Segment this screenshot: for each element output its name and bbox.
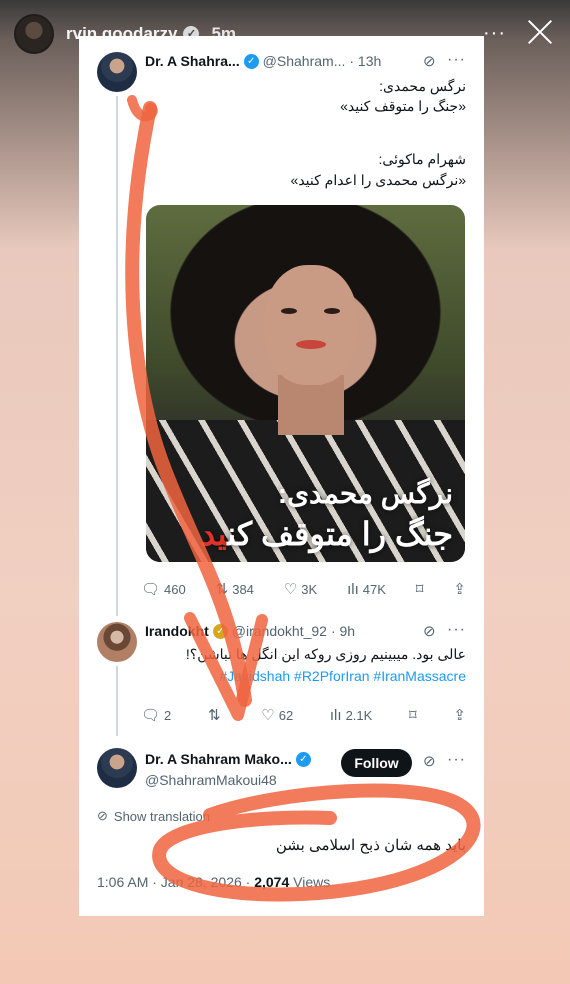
tweet-3[interactable]: Dr. A Shahram Mako... ✓ @ShahramMakoui48…	[79, 36, 484, 916]
timestamp[interactable]: 1:06 AM · Jan 28, 2026 · 2,074 Views	[97, 874, 330, 890]
views-count: 2,074	[254, 874, 290, 890]
verified-icon: ✓	[295, 751, 311, 767]
story-more-icon[interactable]: ···	[483, 22, 506, 45]
views-label: Views	[289, 874, 331, 890]
follow-button[interactable]: Follow	[341, 749, 412, 777]
show-translation-label[interactable]: Show translation	[114, 809, 210, 824]
show-translation-link[interactable]: ⊘ Show translation	[97, 808, 210, 824]
tweet-screenshot-card: Dr. A Shahra... ✓ @Shahram... · 13h ⊘ ··…	[79, 36, 484, 916]
avatar[interactable]	[97, 748, 137, 788]
grok-icon[interactable]: ⊘	[423, 752, 436, 770]
tweet-datetime: 1:06 AM · Jan 28, 2026 ·	[97, 874, 255, 890]
display-name[interactable]: Dr. A Shahram Mako...	[145, 751, 292, 767]
close-icon[interactable]	[524, 16, 556, 48]
more-icon[interactable]: ···	[447, 751, 466, 769]
handle[interactable]: @ShahramMakoui48	[145, 772, 277, 788]
tweet-text: باید همه شان ذبح اسلامی بشن	[275, 837, 466, 854]
translate-icon: ⊘	[97, 808, 108, 823]
tweet-3-header: Dr. A Shahram Mako... ✓	[145, 751, 315, 767]
story-avatar[interactable]	[14, 14, 54, 54]
